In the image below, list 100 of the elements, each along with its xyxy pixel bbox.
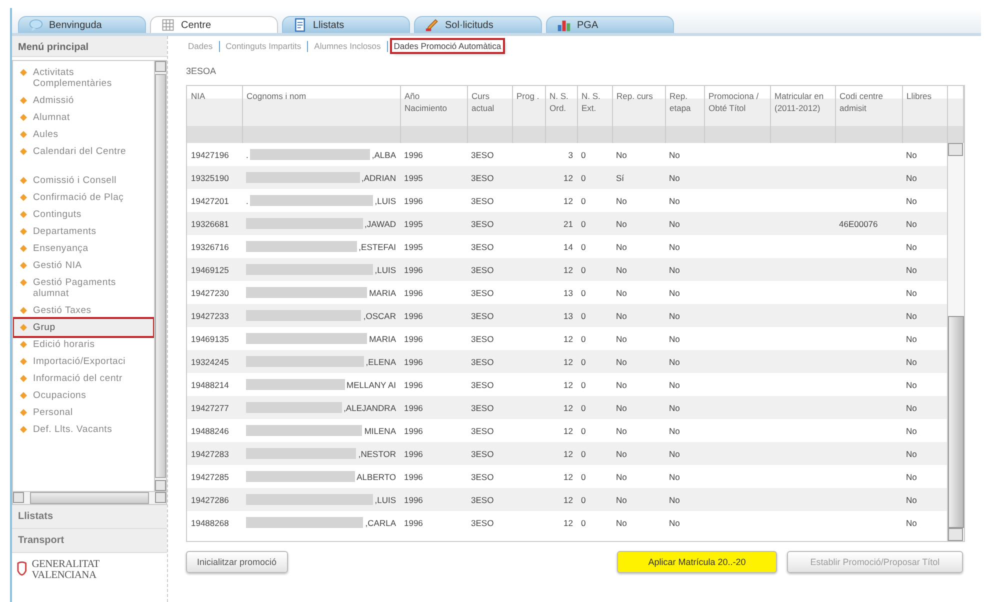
group-label: 3ESOA	[186, 66, 218, 76]
menu-item[interactable]: Ocupacions	[14, 387, 153, 404]
table-cell: 19488214	[187, 373, 242, 396]
subtab-link[interactable]: Dades Promoció Automàtica	[392, 40, 504, 52]
table-cell: No	[612, 465, 665, 488]
table-cell: .	[246, 196, 248, 206]
column-header[interactable]: Prog .	[512, 86, 545, 143]
table-cell: Sí	[612, 166, 665, 189]
bullet-icon	[20, 69, 27, 76]
tab[interactable]: Centre	[150, 16, 278, 33]
table-cell: 1995	[400, 235, 467, 258]
tab[interactable]: Benvinguda	[18, 16, 146, 33]
subtab-link[interactable]: Continguts Impartits	[224, 40, 304, 52]
table-cell: 0	[577, 235, 612, 258]
scrollbar[interactable]	[154, 61, 166, 491]
menu-item[interactable]: Confirmació de Plaç	[14, 189, 153, 206]
table-cell: 12	[545, 166, 577, 189]
table-cell: 12	[545, 488, 577, 511]
column-header[interactable]: Llibres	[902, 86, 947, 143]
bullet-icon	[20, 341, 27, 348]
table-cell: No	[902, 419, 947, 442]
tab[interactable]: Sol·licituds	[414, 16, 542, 33]
table-cell: No	[902, 258, 947, 281]
bullet-icon	[20, 392, 27, 399]
pencil-icon	[425, 18, 439, 32]
menu-item[interactable]: Gestió Taxes	[14, 302, 153, 319]
subtab-link[interactable]: Alumnes Inclosos	[312, 40, 383, 52]
sidebar-section[interactable]: Llistats	[12, 505, 167, 529]
tab[interactable]: PGA	[546, 16, 674, 33]
menu-item[interactable]: Activitats Complementàries	[14, 64, 153, 92]
menu-item[interactable]: Ensenyança	[14, 240, 153, 257]
table-cell: 3ESO	[467, 396, 512, 419]
table-cell: 21	[545, 212, 577, 235]
table-cell: ,ELENA	[366, 356, 396, 366]
menu-item[interactable]: Grup	[14, 319, 153, 336]
column-header[interactable]: Rep. curs	[612, 86, 665, 143]
menu-item[interactable]: Importació/Exportaci	[14, 353, 153, 370]
column-header[interactable]: N. S. Ord.	[545, 86, 577, 143]
table-cell: 19427201	[187, 189, 242, 212]
action-button[interactable]: Inicialitzar promoció	[186, 551, 288, 573]
subtab-link[interactable]: Dades	[186, 40, 215, 52]
table-cell: No	[612, 258, 665, 281]
table-cell: No	[665, 189, 704, 212]
table-cell: No	[612, 396, 665, 419]
table-cell: No	[612, 442, 665, 465]
menu-item[interactable]: Personal	[14, 404, 153, 421]
column-header[interactable]: Curs actual	[467, 86, 512, 143]
tab[interactable]: Llistats	[282, 16, 410, 33]
scrollbar[interactable]	[947, 143, 964, 541]
table-cell: 3ESO	[467, 212, 512, 235]
menu-item[interactable]: Calendari del Centre	[14, 143, 153, 160]
table-cell: 12	[545, 419, 577, 442]
column-header[interactable]: Año Nacimiento	[400, 86, 467, 143]
table-cell: No	[902, 327, 947, 350]
table-cell: 12	[545, 373, 577, 396]
menu-item[interactable]: Alumnat	[14, 109, 153, 126]
column-header[interactable]: Rep. etapa	[665, 86, 704, 143]
logo-text: GENERALITAT VALENCIANA	[32, 559, 100, 581]
bullet-icon	[20, 177, 27, 184]
table-cell: 1996	[400, 189, 467, 212]
menu-item[interactable]: Gestió Pagaments alumnat	[14, 274, 153, 302]
table-cell: 3ESO	[467, 189, 512, 212]
table-cell: MILENA	[364, 426, 396, 436]
table-cell: 0	[577, 143, 612, 166]
table-cell: 0	[577, 465, 612, 488]
table-cell: No	[665, 235, 704, 258]
table-cell: No	[612, 281, 665, 304]
menu-item[interactable]: Comissió i Consell	[14, 172, 153, 189]
table-cell: 12	[545, 189, 577, 212]
sidebar-section[interactable]: Transport	[12, 529, 167, 553]
horizontal-scrollbar[interactable]	[12, 492, 167, 505]
column-header[interactable]: N. S. Ext.	[577, 86, 612, 143]
table-cell: No	[902, 212, 947, 235]
action-button[interactable]: Aplicar Matrícula 20..-20	[617, 551, 777, 573]
column-header[interactable]: Matricular en (2011-2012)	[770, 86, 835, 143]
table-cell: No	[665, 327, 704, 350]
column-header[interactable]: Cognoms i nom	[242, 86, 400, 143]
table-cell: No	[665, 166, 704, 189]
column-header[interactable]: Codi centre admisit	[835, 86, 902, 143]
bar-chart-icon	[557, 18, 571, 32]
table-cell: No	[665, 281, 704, 304]
column-header[interactable]: NIA	[187, 86, 242, 143]
menu-item[interactable]: Gestió NIA	[14, 257, 153, 274]
table-cell: No	[902, 396, 947, 419]
menu-item[interactable]: Admissió	[14, 92, 153, 109]
menu-item[interactable]: Aules	[14, 126, 153, 143]
column-header[interactable]: Promociona / Obté Títol	[704, 86, 770, 143]
table-cell: 3ESO	[467, 235, 512, 258]
menu-item[interactable]: Edició horaris	[14, 336, 153, 353]
table-cell: 19488268	[187, 511, 242, 534]
table-cell: No	[902, 488, 947, 511]
table-cell: 1996	[400, 419, 467, 442]
menu-item[interactable]: Informació del centr	[14, 370, 153, 387]
table-cell: 0	[577, 396, 612, 419]
table-cell: 1996	[400, 511, 467, 534]
table-cell: 3ESO	[467, 304, 512, 327]
table-cell: 0	[577, 488, 612, 511]
menu-item[interactable]: Def. Llts. Vacants	[14, 421, 153, 438]
menu-item[interactable]: Continguts	[14, 206, 153, 223]
menu-item[interactable]: Departaments	[14, 223, 153, 240]
